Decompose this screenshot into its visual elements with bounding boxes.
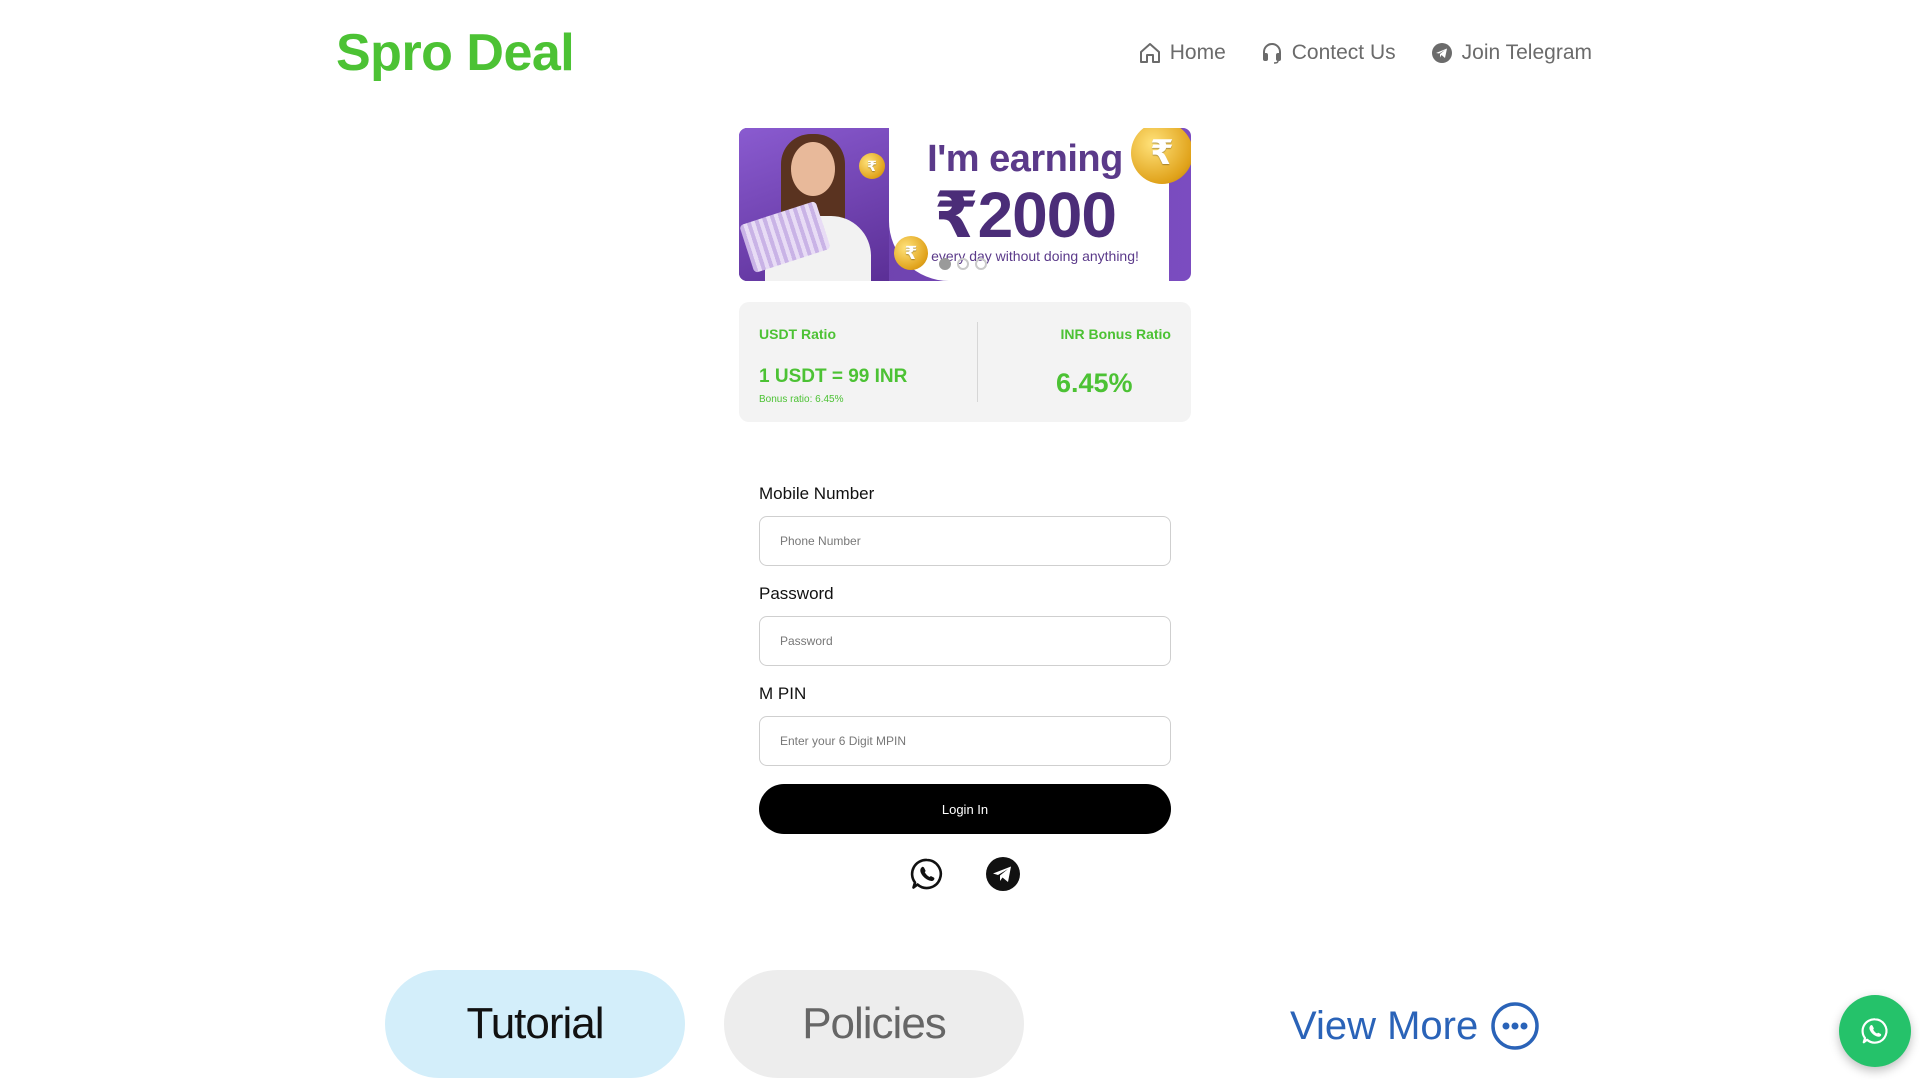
view-more-link[interactable]: View More (1290, 996, 1540, 1056)
coin-icon: ₹ (859, 153, 885, 179)
telegram-icon (1431, 43, 1452, 63)
login-form: Mobile Number Password M PIN Login In (759, 484, 1171, 892)
home-icon (1139, 43, 1160, 63)
nav-telegram[interactable]: Join Telegram (1430, 41, 1592, 65)
banner-person-image: ₹ (739, 128, 889, 281)
more-dots-icon (1491, 1002, 1539, 1050)
page: Spro Deal Home Contect Us Join Telegram … (0, 0, 1920, 1080)
carousel-dot[interactable] (957, 258, 969, 270)
mobile-input[interactable] (759, 516, 1171, 566)
social-links (759, 856, 1171, 892)
nav-home[interactable]: Home (1138, 41, 1226, 65)
carousel-dot[interactable] (975, 258, 987, 270)
brand-logo[interactable]: Spro Deal (336, 23, 575, 83)
carousel-dots (939, 258, 987, 270)
carousel-dot[interactable] (939, 258, 951, 270)
mobile-field-group: Mobile Number (759, 484, 1171, 566)
login-button[interactable]: Login In (759, 784, 1171, 834)
mobile-label: Mobile Number (759, 484, 875, 503)
ratio-card: USDT Ratio 1 USDT = 99 INR Bonus ratio: … (739, 302, 1191, 422)
headset-icon (1262, 43, 1281, 64)
password-field-group: Password (759, 584, 1171, 666)
nav-contact[interactable]: Contect Us (1260, 41, 1396, 65)
mpin-input[interactable] (759, 716, 1171, 766)
banner-headline: I'm earning (927, 138, 1123, 180)
inr-bonus-ratio: INR Bonus Ratio 6.45% (991, 326, 1171, 399)
inr-bonus-ratio-label: INR Bonus Ratio (1060, 326, 1171, 342)
tutorial-button[interactable]: Tutorial (385, 970, 685, 1078)
whatsapp-icon[interactable] (909, 856, 945, 892)
nav-home-label: Home (1169, 41, 1226, 64)
top-nav: Home Contect Us Join Telegram (1138, 41, 1592, 65)
usdt-ratio-value: 1 USDT = 99 INR (759, 366, 908, 387)
coin-icon: ₹ (1131, 128, 1191, 184)
mpin-field-group: M PIN (759, 684, 1171, 766)
usdt-ratio: USDT Ratio 1 USDT = 99 INR Bonus ratio: … (759, 326, 979, 405)
usdt-ratio-label: USDT Ratio (759, 326, 836, 342)
whatsapp-icon (1861, 1018, 1888, 1044)
bonus-ratio-note: Bonus ratio: 6.45% (759, 394, 844, 405)
view-more-label: View More (1290, 1003, 1479, 1048)
ratio-divider (977, 322, 978, 402)
inr-bonus-ratio-value: 6.45% (1056, 368, 1133, 398)
password-input[interactable] (759, 616, 1171, 666)
header: Spro Deal Home Contect Us Join Telegram (336, 18, 1592, 88)
policies-button[interactable]: Policies (724, 970, 1024, 1078)
floating-whatsapp-button[interactable] (1839, 995, 1911, 1067)
mpin-label: M PIN (759, 684, 807, 703)
banner-face (791, 142, 835, 196)
password-label: Password (759, 584, 834, 603)
telegram-icon[interactable] (985, 856, 1021, 892)
promo-banner[interactable]: ₹ I'm earning ₹2000 every day without do… (739, 128, 1191, 281)
nav-contact-label: Contect Us (1291, 41, 1396, 64)
banner-amount: ₹2000 (934, 179, 1117, 251)
coin-icon: ₹ (894, 236, 928, 270)
nav-telegram-label: Join Telegram (1461, 41, 1592, 64)
